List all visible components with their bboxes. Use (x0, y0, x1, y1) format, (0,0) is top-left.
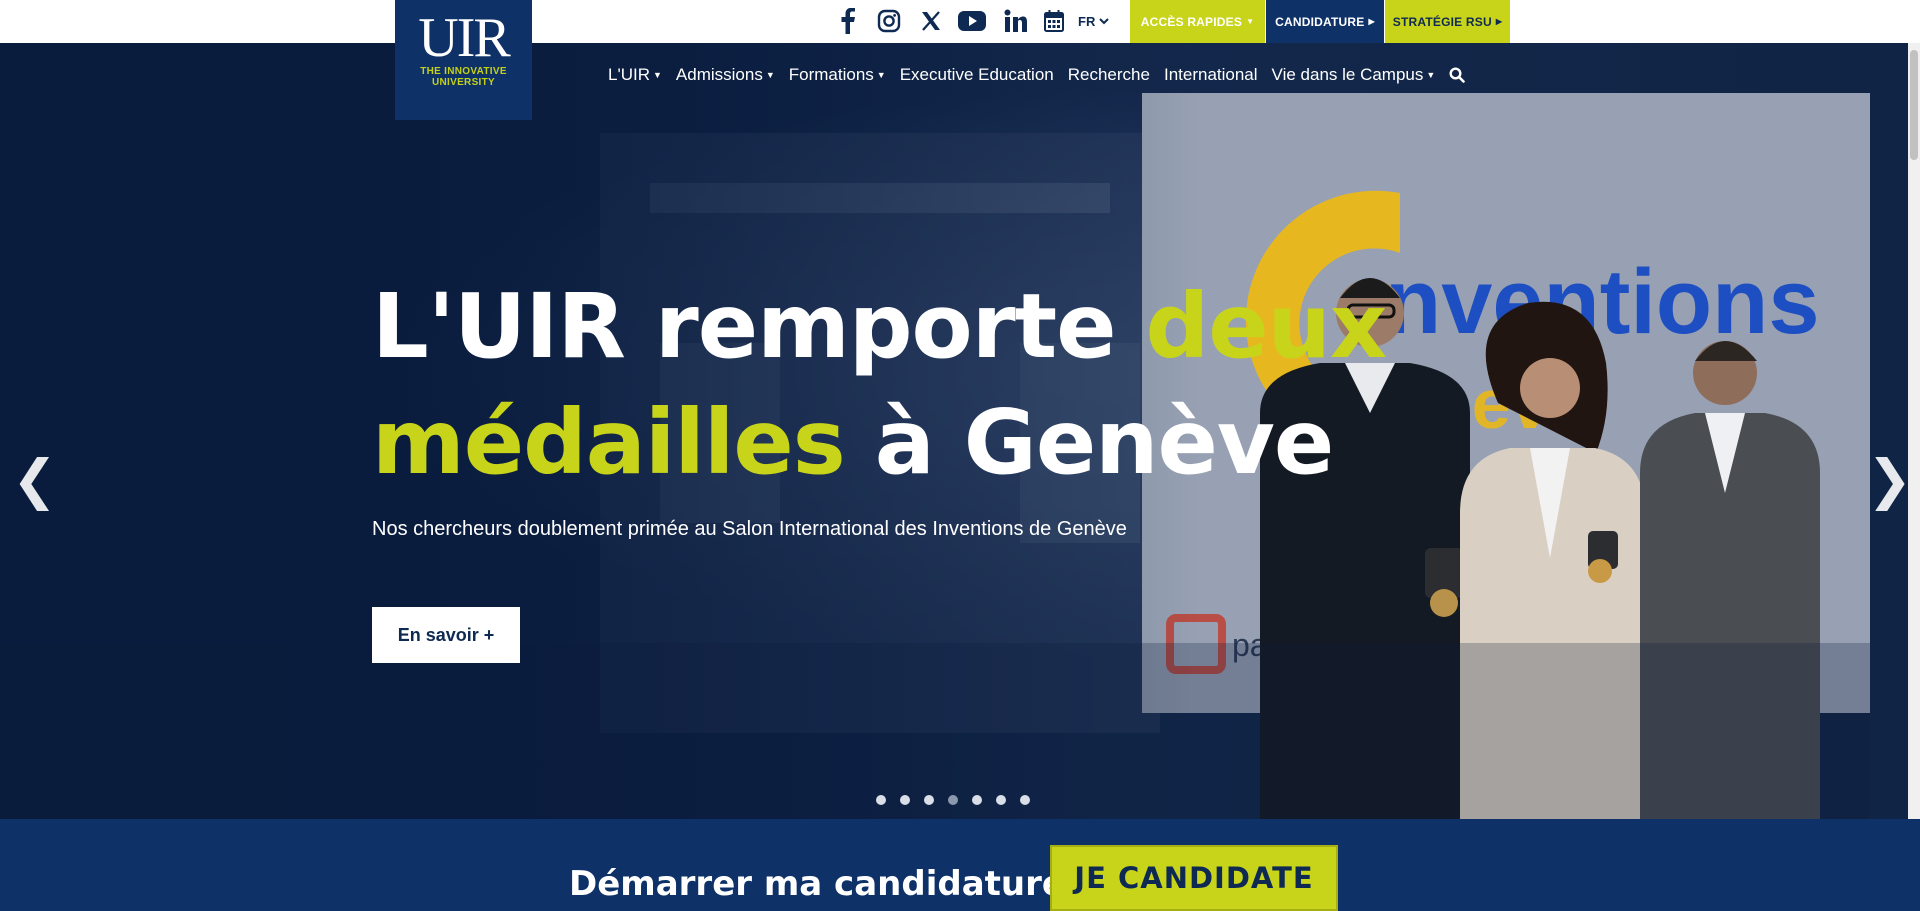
headline-part: L'UIR remporte (372, 274, 1146, 378)
next-slide-arrow[interactable]: ❯ (1867, 448, 1912, 511)
rsu-strategy-button[interactable]: STRATÉGIE RSU ▶ (1385, 0, 1510, 43)
learn-more-button[interactable]: En savoir + (372, 607, 520, 663)
hero-subtitle: Nos chercheurs doublement primée au Salo… (372, 518, 1127, 540)
nav-label: Vie dans le Campus (1271, 65, 1424, 84)
search-icon (1449, 67, 1466, 83)
caret-down-icon: ▼ (652, 70, 662, 80)
apply-label: CANDIDATURE (1275, 14, 1365, 29)
prev-slide-arrow[interactable]: ❮ (12, 448, 57, 511)
logo-letters: UIR (418, 7, 510, 69)
nav-label: International (1163, 65, 1258, 84)
facebook-icon[interactable] (833, 6, 863, 36)
quick-access-button[interactable]: ACCÈS RAPIDES ▼ (1130, 0, 1265, 43)
slide-pagination (876, 795, 1030, 805)
main-nav: L'UIR ▼ Admissions ▼ Formations ▼ Executive… (608, 63, 1479, 87)
caret-down-icon: ▼ (765, 70, 775, 80)
headline-part: à Genève (844, 390, 1335, 494)
slide-dot[interactable] (996, 795, 1006, 805)
nav-item-recherche[interactable]: Recherche (1068, 65, 1150, 85)
nav-item-admissions[interactable]: Admissions ▼ (676, 65, 775, 85)
slide-dot[interactable] (1020, 795, 1030, 805)
language-selector[interactable]: FR (1078, 0, 1110, 43)
uir-logo[interactable]: UIR THE INNOVATIVE UNIVERSITY (395, 0, 532, 120)
search-button[interactable] (1449, 67, 1466, 83)
hero-headline: L'UIR remporte deux médailles à Genève (372, 268, 1387, 500)
slide-dot[interactable] (924, 795, 934, 805)
scrollbar-thumb[interactable] (1910, 50, 1918, 160)
nav-label: Admissions (675, 65, 763, 84)
quick-access-label: ACCÈS RAPIDES (1140, 14, 1243, 29)
apply-bar-text: Démarrer ma candidature (569, 864, 1065, 904)
apply-button[interactable]: CANDIDATURE ▶ (1266, 0, 1384, 43)
caret-down-icon: ▼ (876, 70, 886, 80)
chevron-down-icon (1099, 18, 1110, 25)
caret-right-icon: ▶ (1495, 17, 1503, 26)
nav-label: L'UIR (608, 65, 650, 84)
top-utility-bar: FR ACCÈS RAPIDES ▼ CANDIDATURE ▶ STRATÉGIE… (0, 0, 1920, 43)
nav-label: Executive Education (899, 65, 1054, 84)
nav-item-uir[interactable]: L'UIR ▼ (608, 65, 662, 85)
nav-label: Formations (788, 65, 874, 84)
youtube-icon[interactable] (957, 6, 987, 36)
nav-item-formations[interactable]: Formations ▼ (789, 65, 886, 85)
slide-dot[interactable] (972, 795, 982, 805)
language-label: FR (1078, 14, 1096, 29)
caret-right-icon: ▶ (1368, 17, 1375, 26)
x-icon[interactable] (916, 6, 946, 36)
je-candidate-button[interactable]: JE CANDIDATE (1050, 845, 1338, 911)
nav-item-executive-education[interactable]: Executive Education (900, 65, 1054, 85)
slide-dot[interactable] (876, 795, 886, 805)
nav-item-international[interactable]: International (1164, 65, 1258, 85)
linkedin-icon[interactable] (1001, 6, 1031, 36)
banner-text: nventions (1385, 251, 1819, 353)
nav-label: Recherche (1067, 65, 1150, 84)
caret-down-icon: ▼ (1426, 70, 1436, 80)
headline-highlight: médailles (372, 390, 846, 494)
instagram-icon[interactable] (874, 6, 904, 36)
caret-down-icon: ▼ (1246, 17, 1255, 26)
headline-highlight: deux (1145, 274, 1387, 378)
rsu-label: STRATÉGIE RSU (1392, 14, 1492, 29)
nav-item-campus-life[interactable]: Vie dans le Campus ▼ (1272, 65, 1436, 85)
slide-dot[interactable] (900, 795, 910, 805)
calendar-icon[interactable] (1039, 6, 1069, 36)
slide-dot[interactable] (948, 795, 958, 805)
